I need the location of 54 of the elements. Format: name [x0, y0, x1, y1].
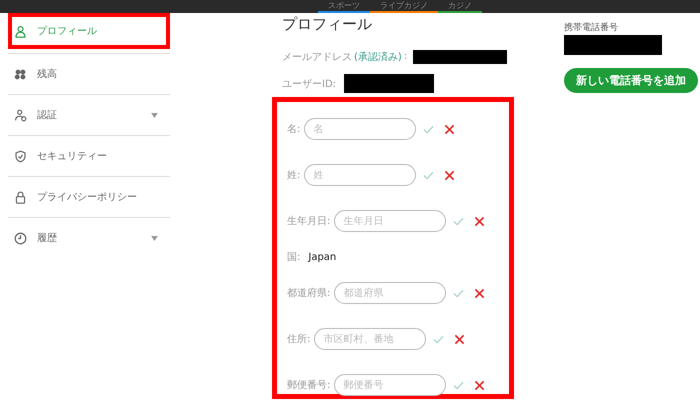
colon-label: :: [404, 51, 408, 62]
user-id-label: ユーザーID:: [282, 78, 336, 90]
sidebar-item[interactable]: プロフィール: [8, 13, 170, 49]
check-icon: [453, 288, 464, 298]
sidebar-label: プロフィール: [37, 24, 98, 38]
input-field[interactable]: 姓: [304, 164, 416, 186]
clock-icon: [14, 232, 27, 244]
sidebar-item[interactable]: セキュリティー: [8, 135, 170, 176]
field-label: 国:: [287, 251, 300, 264]
nav-tab[interactable]: カジノ: [438, 0, 482, 13]
verified-status: (承認済み): [354, 50, 402, 64]
person-icon: [14, 24, 27, 38]
lock-icon: [14, 190, 27, 204]
close-icon[interactable]: [454, 334, 466, 344]
field-label: 郵便番号:: [287, 378, 330, 392]
sidebar-label: 認証: [37, 108, 58, 122]
close-icon[interactable]: [444, 124, 456, 134]
close-icon[interactable]: [474, 288, 486, 298]
shield-icon: [14, 150, 27, 162]
phone-label: 携帯電話番号: [564, 22, 618, 35]
verified-person-icon: [14, 108, 27, 122]
check-icon: [453, 216, 464, 226]
check-icon: [453, 380, 464, 390]
sidebar-item[interactable]: 履歴: [8, 217, 170, 258]
nav-tab[interactable]: スポーツ: [318, 0, 370, 13]
field-label: 都道府県:: [287, 286, 330, 300]
field-label: 住所:: [287, 332, 310, 346]
field-label: 生年月日:: [287, 214, 330, 228]
coins-icon: [14, 68, 27, 80]
check-icon: [423, 124, 434, 134]
field-label: 姓:: [287, 169, 300, 182]
sidebar-label: セキュリティー: [37, 150, 108, 163]
add-phone-button[interactable]: 新しい電話番号を追加: [564, 68, 698, 93]
sidebar-label: 履歴: [37, 232, 58, 245]
sidebar-label: プライバシーポリシー: [37, 190, 138, 204]
field-value: Japan: [308, 252, 336, 262]
close-icon[interactable]: [474, 380, 486, 390]
sidebar-item[interactable]: 残高: [8, 53, 170, 94]
input-field[interactable]: 名: [304, 118, 416, 140]
close-icon[interactable]: [444, 170, 456, 180]
page-title: プロフィール: [282, 15, 373, 35]
email-label: メールアドレス: [282, 50, 352, 64]
input-field[interactable]: 市区町村、番地: [314, 328, 426, 350]
check-icon: [423, 170, 434, 180]
input-field[interactable]: 生年月日: [334, 210, 446, 232]
sidebar-item[interactable]: 認証: [8, 94, 170, 135]
input-field[interactable]: 郵便番号: [334, 374, 446, 396]
input-field[interactable]: 都道府県: [334, 282, 446, 304]
close-icon[interactable]: [474, 216, 486, 226]
sidebar-item[interactable]: プライバシーポリシー: [8, 176, 170, 217]
sidebar-label: 残高: [37, 68, 58, 81]
check-icon: [433, 334, 444, 344]
field-label: 名:: [287, 123, 300, 136]
nav-tab[interactable]: ライブカジノ: [370, 0, 438, 13]
